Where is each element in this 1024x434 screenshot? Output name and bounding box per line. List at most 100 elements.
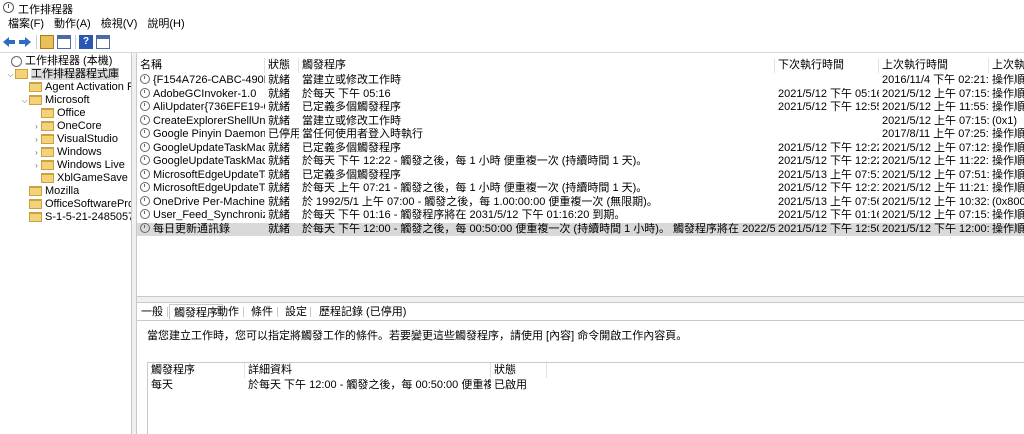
show-hide-console-tree-icon[interactable] [57,35,71,49]
task-last-run[interactable]: 2021/5/12 上午 07:15:51 [879,115,989,128]
menu-view[interactable]: 檢視(V) [96,16,143,32]
back-arrow-icon[interactable] [2,35,16,49]
task-next-run[interactable]: 2021/5/12 下午 01:16:20 [775,209,879,222]
trigger-header-details[interactable]: 詳細資料 [245,363,491,378]
task-next-run[interactable] [775,115,879,128]
task-last-run[interactable]: 2021/5/12 上午 07:15:01 [879,88,989,101]
task-trigger[interactable]: 已定義多個觸發程序 [299,142,775,155]
column-header-last-run[interactable]: 上次執行時間 [879,58,989,73]
task-next-run[interactable] [775,128,879,141]
task-trigger[interactable]: 於 1992/5/1 上午 07:00 - 觸發之後，每 1.00:00:00 … [299,196,775,209]
forward-arrow-icon[interactable] [18,35,32,49]
task-status[interactable]: 就緒 [265,74,299,87]
task-next-run[interactable]: 2021/5/13 上午 07:51:33 [775,169,879,182]
tab-settings[interactable]: 設定 [281,304,311,320]
tree-item-visualstudio[interactable]: › VisualStudio [32,133,118,146]
task-trigger[interactable]: 已定義多個觸發程序 [299,101,775,114]
task-last-run[interactable]: 2021/5/12 上午 07:15:01 [879,209,989,222]
task-trigger[interactable]: 已定義多個觸發程序 [299,169,775,182]
task-last-result[interactable]: 操作順利 [989,128,1024,141]
task-trigger[interactable]: 於每天 下午 01:16 - 觸發程序將在 2031/5/12 下午 01:16… [299,209,775,222]
task-next-run[interactable]: 2021/5/12 下午 12:22:33 [775,142,879,155]
task-name[interactable]: MicrosoftEdgeUpdateTas... [137,182,265,195]
task-last-run[interactable]: 2016/11/4 下午 02:21:54 [879,74,989,87]
column-header-status[interactable]: 狀態 [265,58,299,73]
task-last-result[interactable]: 操作順利 [989,74,1024,87]
menu-file[interactable]: 檔案(F) [0,16,49,32]
tree-item-windows-live[interactable]: › Windows Live [32,159,125,172]
tree-item-sid[interactable]: S-1-5-21-2485057079 [20,211,131,224]
task-name[interactable]: User_Feed_Synchronization... [137,209,265,222]
show-action-pane-icon[interactable] [96,35,110,49]
task-last-run[interactable]: 2017/8/11 上午 07:25:35 [879,128,989,141]
task-name[interactable]: 每日更新通訊錄 [137,222,265,236]
task-last-result[interactable]: 操作順利 [989,88,1024,101]
task-name[interactable]: OneDrive Per-Machine St... [137,195,265,209]
task-status[interactable]: 就緒 [265,142,299,155]
task-trigger[interactable]: 當建立或修改工作時 [299,74,775,87]
task-status[interactable]: 就緒 [265,169,299,182]
task-last-result[interactable]: 操作順利 [989,142,1024,155]
task-last-run[interactable]: 2021/5/12 上午 10:32:15 [879,196,989,209]
task-next-run[interactable]: 2021/5/13 上午 07:56:44 [775,196,879,209]
task-status[interactable]: 就緒 [265,155,299,168]
help-icon[interactable]: ? [79,35,93,49]
expander-right-icon[interactable]: › [32,159,41,172]
task-last-run[interactable]: 2021/5/12 上午 11:21:35 [879,182,989,195]
task-trigger[interactable]: 於每天 下午 12:00 - 觸發之後，每 00:50:00 便重複一次 (持續… [299,223,775,236]
task-next-run[interactable]: 2021/5/12 下午 12:21:33 [775,182,879,195]
task-name[interactable]: MicrosoftEdgeUpdateTas... [137,168,265,182]
task-next-run[interactable]: 2021/5/12 下午 12:55:00 [775,101,879,114]
task-next-run[interactable]: 2021/5/12 下午 12:22:33 [775,155,879,168]
tree-item-xblgamesave[interactable]: XblGameSave [32,172,128,185]
task-name[interactable]: CreateExplorerShellUnele... [137,114,265,128]
task-trigger[interactable]: 於每天 下午 12:22 - 觸發之後，每 1 小時 便重複一次 (持續時間 1… [299,155,775,168]
tab-actions[interactable]: 動作 [213,304,243,320]
tree-item-office[interactable]: Office [32,107,86,120]
expander-down-icon[interactable]: ⌵ [6,68,15,81]
task-name[interactable]: Google Pinyin Daemon [137,128,265,141]
task-status[interactable]: 就緒 [265,209,299,222]
expander-right-icon[interactable]: › [32,146,41,159]
task-last-run[interactable]: 2021/5/12 上午 11:55:02 [879,101,989,114]
trigger-cell-details[interactable]: 於每天 下午 12:00 - 觸發之後，每 00:50:00 便重複一次 (持續… [245,379,491,392]
column-header-triggers[interactable]: 觸發程序 [299,58,775,73]
task-last-result[interactable]: (0x8004 [989,196,1024,209]
expander-down-icon[interactable]: ⌵ [20,94,29,107]
task-status[interactable]: 就緒 [265,88,299,101]
tree-item-onecore[interactable]: › OneCore [32,120,101,133]
task-name[interactable]: {F154A726-CABC-490E-8... [137,74,265,87]
up-folder-icon[interactable] [40,35,54,49]
tree-item-office-software-protection[interactable]: OfficeSoftwareProtectionPlatform [20,198,131,211]
task-last-result[interactable]: 操作順利 [989,101,1024,114]
trigger-cell-type[interactable]: 每天 [148,379,245,392]
tab-conditions[interactable]: 條件 [247,304,277,320]
task-last-run[interactable]: 2021/5/12 上午 07:12:03 [879,142,989,155]
task-status[interactable]: 就緒 [265,115,299,128]
task-last-run[interactable]: 2021/5/12 下午 12:00:01 [879,223,989,236]
task-name[interactable]: GoogleUpdateTaskMachi... [137,155,265,168]
task-next-run[interactable] [775,74,879,87]
column-header-next-run[interactable]: 下次執行時間 [775,58,879,73]
task-last-result[interactable]: 操作順利 [989,182,1024,195]
tree-item-library[interactable]: ⌵ 工作排程器程式庫 [6,68,119,81]
expander-right-icon[interactable]: › [32,133,41,146]
task-name[interactable]: AliUpdater{736EFE19-0A... [137,101,265,114]
column-header-name[interactable]: 名稱 [137,58,265,73]
trigger-cell-status[interactable]: 已啟用 [491,379,547,392]
tab-general[interactable]: 一般 [137,304,167,320]
task-next-run[interactable]: 2021/5/12 下午 12:50:00 [775,223,879,236]
task-next-run[interactable]: 2021/5/12 下午 05:16:00 [775,88,879,101]
task-last-run[interactable]: 2021/5/12 上午 11:22:35 [879,155,989,168]
task-last-result[interactable]: 操作順利 [989,209,1024,222]
task-last-result[interactable]: 操作順利 [989,223,1024,236]
column-header-last-result[interactable]: 上次執行 [989,58,1024,73]
task-status[interactable]: 就緒 [265,101,299,114]
task-trigger[interactable]: 於每天 上午 07:21 - 觸發之後，每 1 小時 便重複一次 (持續時間 1… [299,182,775,195]
tree-item-local[interactable]: 工作排程器 (本機) [2,55,112,68]
task-status[interactable]: 就緒 [265,196,299,209]
tab-history[interactable]: 歷程記錄 (已停用) [315,304,410,320]
tree-item-mozilla[interactable]: Mozilla [20,185,79,198]
task-last-result[interactable]: 操作順利 [989,169,1024,182]
menu-action[interactable]: 動作(A) [49,16,96,32]
